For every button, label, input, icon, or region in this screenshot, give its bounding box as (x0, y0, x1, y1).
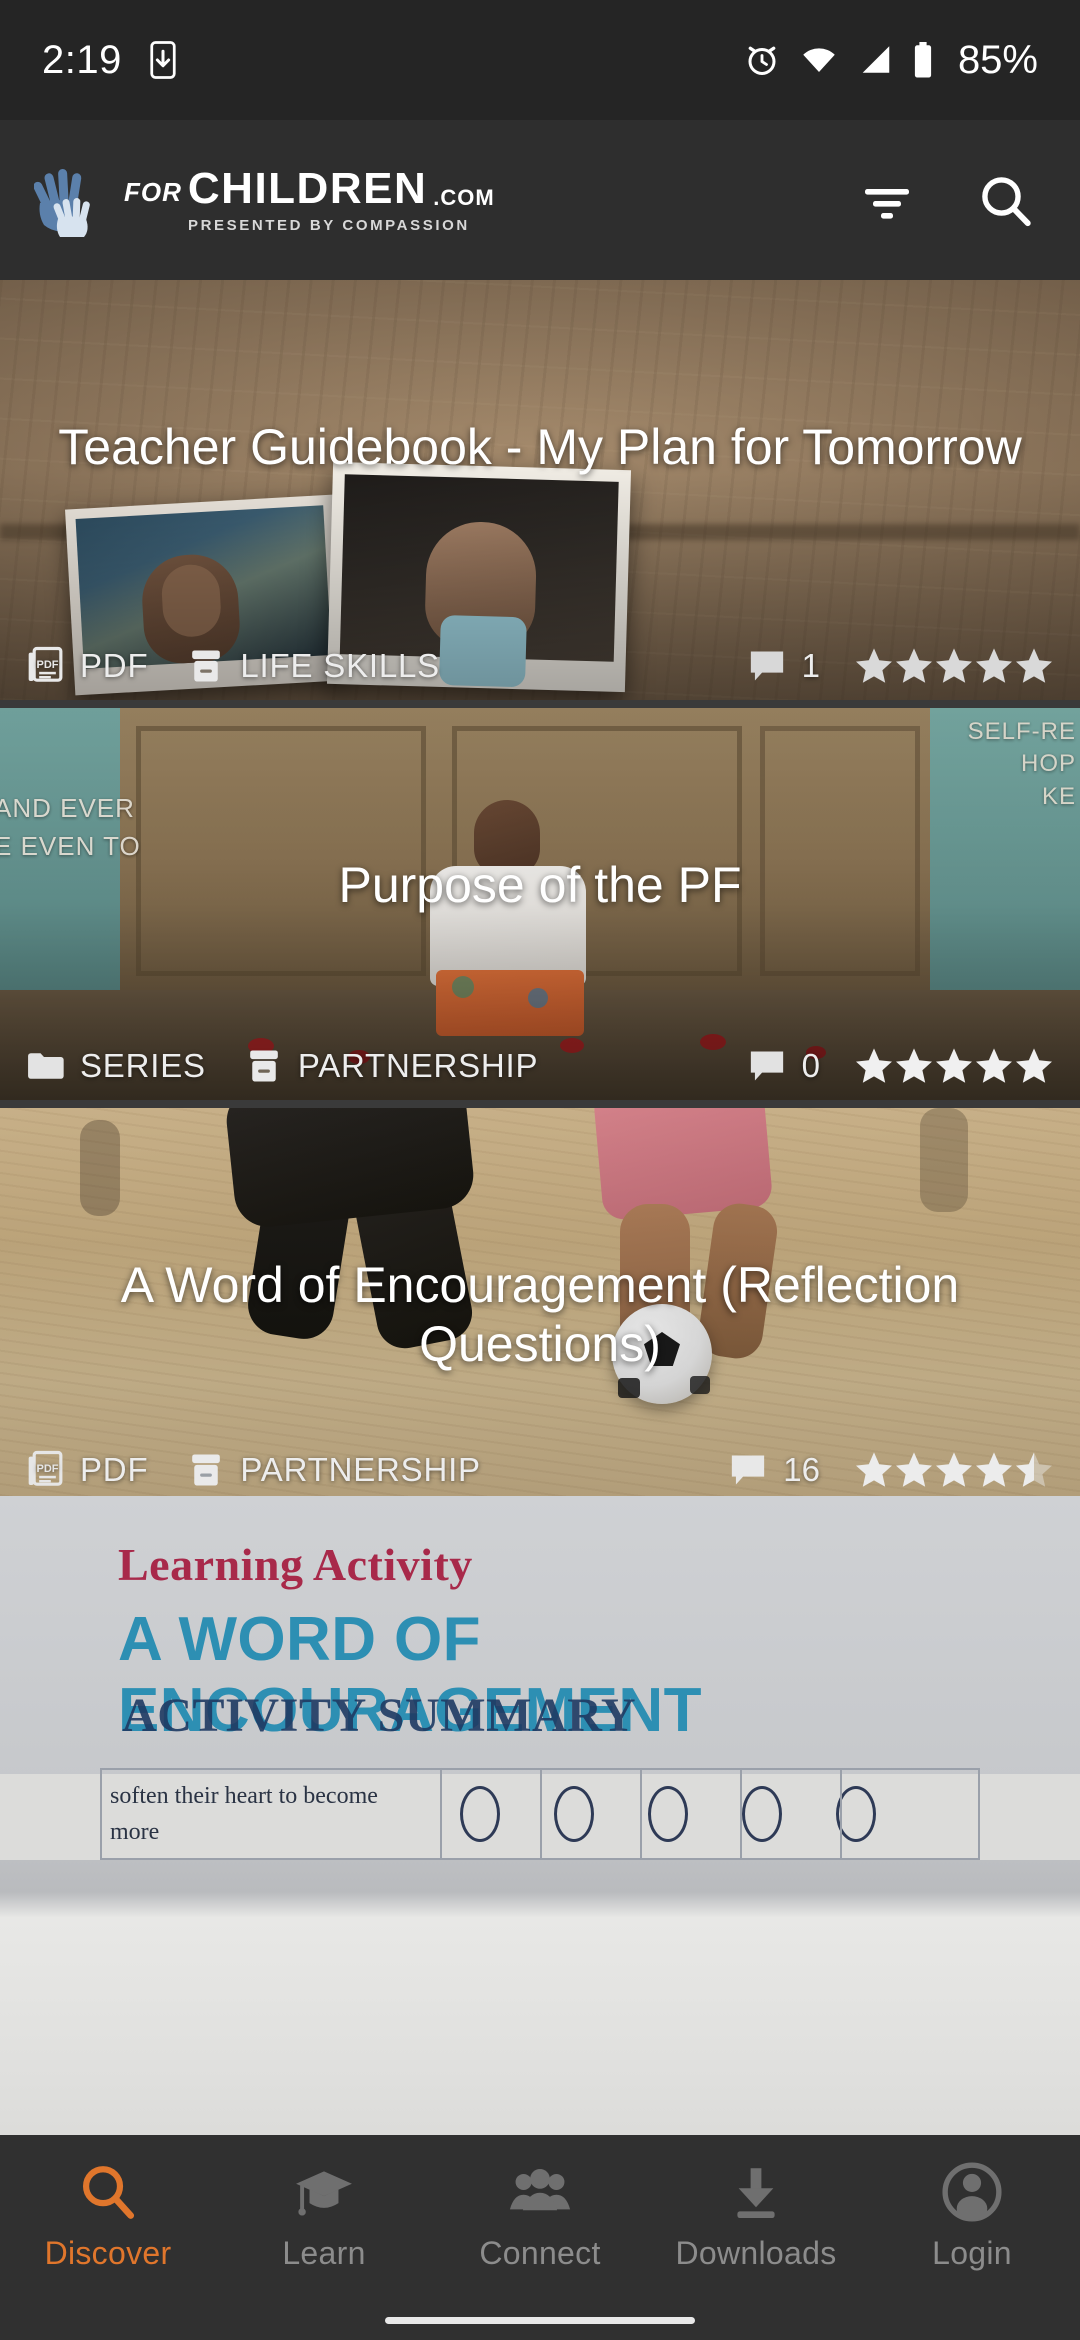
pdf-preview[interactable]: Learning Activity A WORD OF ENCOURAGEMEN… (0, 1496, 1080, 2135)
status-bar-right: 85% (744, 38, 1038, 83)
card-divider (0, 700, 1080, 708)
card-meta-right: 1 (748, 646, 1054, 686)
app-logo[interactable]: FOR CHILDREN .COM PRESENTED BY COMPASSIO… (34, 163, 495, 237)
app-bar-actions (856, 169, 1042, 231)
card-comments[interactable]: 1 (748, 647, 820, 685)
pdf-preview-section: ACTIVITY SUMMARY (122, 1689, 637, 1742)
nav-item-connect[interactable]: Connect (440, 2161, 640, 2272)
nav-item-login[interactable]: Login (872, 2161, 1072, 2272)
card-title: Teacher Guidebook - My Plan for Tomorrow (58, 419, 1022, 475)
card-category: PARTNERSHIP (188, 1451, 480, 1489)
nav-item-learn[interactable]: Learn (224, 2161, 424, 2272)
archive-box-icon (188, 1451, 224, 1489)
nav-label-login: Login (932, 2235, 1012, 2271)
logo-for-text: FOR (124, 176, 182, 207)
search-icon (77, 2161, 139, 2223)
card-type: PDF PDF (26, 1450, 148, 1490)
comment-icon (748, 1049, 786, 1083)
card-meta: PDF PDF (0, 646, 1080, 686)
card-meta-right: 0 (748, 1046, 1054, 1086)
card-meta: SERIES PARTNERSHIP 0 (0, 1046, 1080, 1086)
content-card[interactable]: AND EVERE EVEN TO SELF-REHOPKE Pur (0, 708, 1080, 1100)
comment-icon (748, 649, 786, 683)
card-comment-count: 1 (801, 647, 820, 684)
card-meta-left: PDF PDF (26, 646, 440, 686)
card-rating[interactable] (854, 646, 1054, 686)
clock-time: 2:19 (42, 37, 122, 82)
content-feed[interactable]: Teacher Guidebook - My Plan for Tomorrow… (0, 280, 1080, 2135)
nav-item-downloads[interactable]: Downloads (656, 2161, 856, 2272)
filter-icon[interactable] (856, 169, 918, 231)
card-category-label: PARTNERSHIP (240, 1451, 481, 1488)
card-rating[interactable] (854, 1046, 1054, 1086)
card-category: PARTNERSHIP (246, 1047, 538, 1085)
person-account-icon (941, 2161, 1003, 2223)
card-meta-left: PDF PDF (26, 1450, 481, 1490)
battery-percent: 85% (957, 37, 1038, 82)
pdf-preview-row-text: soften their heart to become more (110, 1783, 378, 1845)
status-bar: 2:19 85% (0, 0, 1080, 120)
people-group-icon (509, 2161, 571, 2223)
card-comments[interactable]: 0 (748, 1047, 820, 1085)
status-bar-left: 2:19 (42, 38, 178, 83)
alarm-icon (744, 42, 780, 78)
card-title: A Word of Encouragement (Reflection Ques… (120, 1257, 960, 1372)
card-background-image (0, 280, 1080, 700)
card-meta-left: SERIES PARTNERSHIP (26, 1047, 538, 1085)
nav-label-learn: Learn (282, 2235, 366, 2271)
bottom-navigation: Discover Learn Connect Downloads Login (0, 2135, 1080, 2340)
card-comment-count: 16 (783, 1451, 820, 1488)
pdf-file-icon: PDF (26, 646, 64, 686)
app-screen: 2:19 85% FOR CHILDREN .COM PRESENTED BY … (0, 0, 1080, 2340)
card-rating[interactable] (854, 1450, 1054, 1490)
card-meta: PDF PDF (0, 1450, 1080, 1490)
app-bar: FOR CHILDREN .COM PRESENTED BY COMPASSIO… (0, 120, 1080, 280)
svg-text:PDF: PDF (37, 659, 59, 671)
svg-text:PDF: PDF (37, 1463, 59, 1475)
gesture-home-indicator[interactable] (385, 2317, 695, 2324)
card-comments[interactable]: 16 (729, 1451, 820, 1489)
hands-logo-icon (34, 163, 112, 237)
pdf-file-icon: PDF (26, 1450, 64, 1490)
search-icon[interactable] (974, 169, 1036, 231)
card-category-label: PARTNERSHIP (297, 1047, 539, 1084)
nav-label-connect: Connect (479, 2235, 601, 2271)
pdf-preview-kicker: Learning Activity (118, 1539, 473, 1590)
nav-item-discover[interactable]: Discover (8, 2161, 208, 2272)
card-category: LIFE SKILLS (188, 647, 440, 685)
logo-children-text: CHILDREN (187, 163, 428, 213)
download-icon (725, 2161, 787, 2223)
card-category-label: LIFE SKILLS (240, 647, 440, 684)
comment-icon (729, 1453, 767, 1487)
content-card[interactable]: A Word of Encouragement (Reflection Ques… (0, 1108, 1080, 2135)
logo-main-line: FOR CHILDREN .COM (124, 163, 495, 213)
content-card[interactable]: Teacher Guidebook - My Plan for Tomorrow… (0, 280, 1080, 700)
wifi-icon (800, 45, 838, 75)
card-divider (0, 1100, 1080, 1108)
card-type: PDF PDF (26, 646, 148, 686)
cellular-signal-icon (858, 45, 892, 75)
nav-label-downloads: Downloads (675, 2235, 837, 2271)
card-type-label: PDF (80, 647, 149, 684)
archive-box-icon (188, 647, 224, 685)
logo-subtitle: PRESENTED BY COMPASSION (188, 216, 470, 234)
card-type-label: PDF (80, 1451, 149, 1488)
download-to-phone-icon (148, 41, 178, 79)
card-type: SERIES (26, 1047, 206, 1085)
card-title: Purpose of the PF (338, 857, 742, 913)
archive-box-icon (246, 1047, 282, 1085)
logo-wordmark: FOR CHILDREN .COM PRESENTED BY COMPASSIO… (124, 163, 495, 234)
card-comment-count: 0 (801, 1047, 820, 1084)
card-type-label: SERIES (80, 1047, 206, 1084)
graduation-cap-icon (293, 2161, 355, 2223)
battery-icon (912, 42, 934, 78)
nav-label-discover: Discover (44, 2235, 172, 2271)
card-meta-right: 16 (729, 1450, 1054, 1490)
folder-icon (26, 1049, 64, 1083)
logo-com-text: .COM (433, 184, 495, 210)
